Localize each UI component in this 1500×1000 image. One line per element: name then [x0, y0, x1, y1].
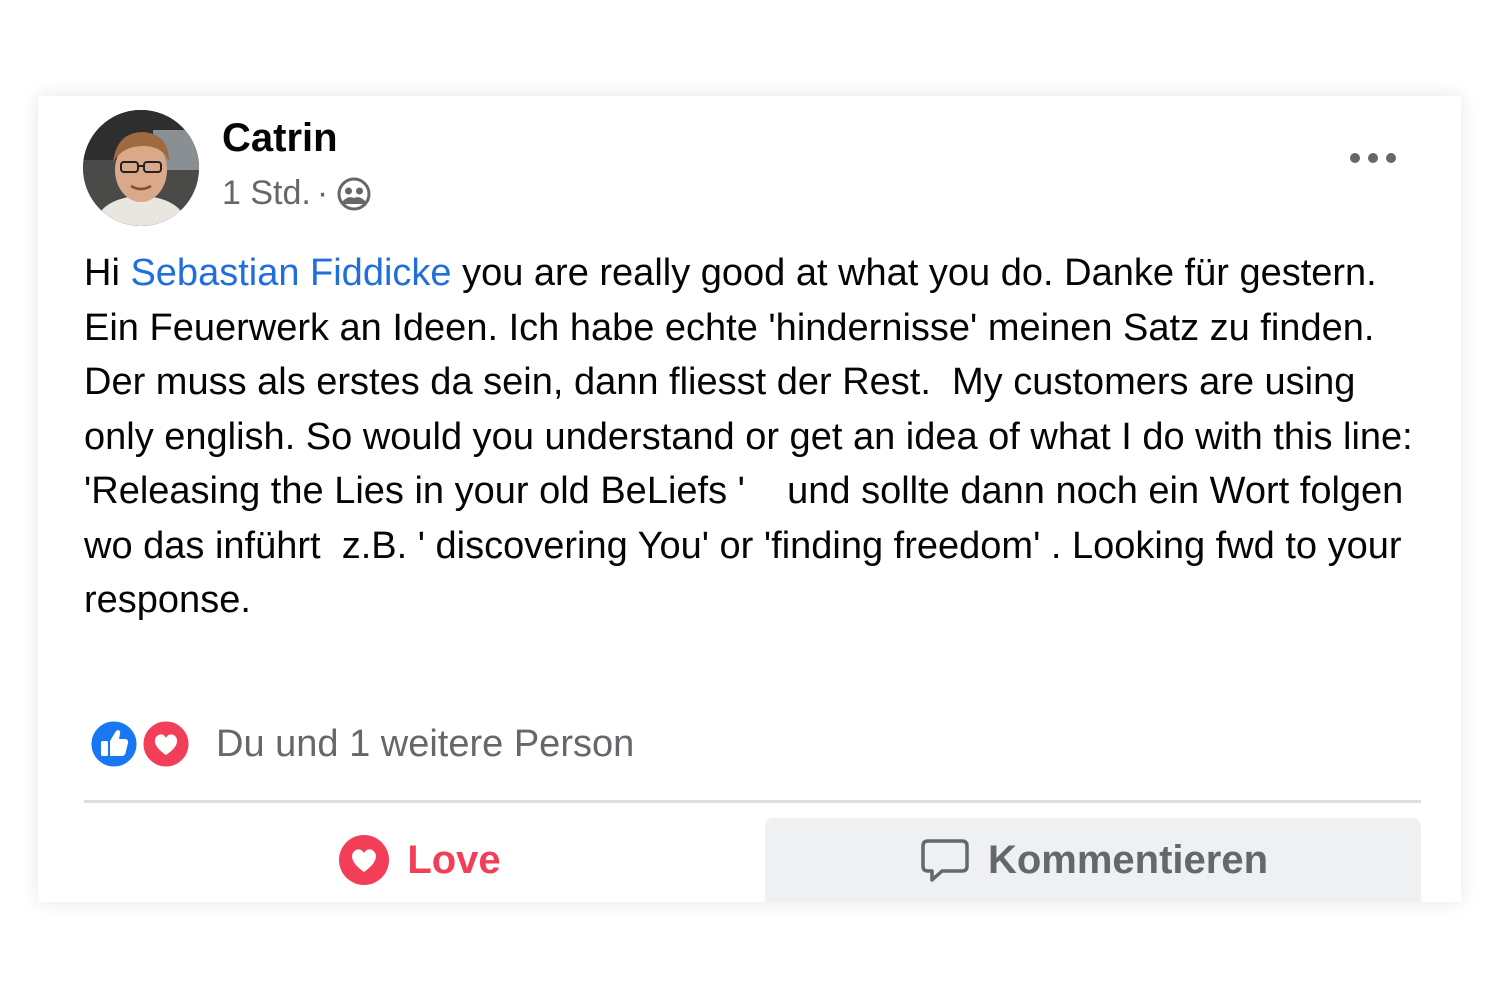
love-icon: [140, 718, 192, 770]
love-button[interactable]: Love: [84, 818, 754, 902]
love-button-label: Love: [407, 837, 501, 882]
post-text: Hi Sebastian Fiddicke you are really goo…: [84, 246, 1424, 628]
post-text-prefix: Hi: [84, 252, 131, 294]
post-text-body: you are really good at what you do. Dank…: [84, 252, 1424, 621]
divider: [84, 800, 1421, 803]
comment-button[interactable]: Kommentieren: [765, 818, 1421, 902]
reaction-summary-text: Du und 1 weitere Person: [216, 722, 635, 765]
like-icon: [88, 718, 140, 770]
reaction-icons: [88, 716, 198, 772]
post-meta: 1 Std. ·: [222, 174, 372, 213]
meta-separator: ·: [316, 174, 329, 212]
heart-icon: [339, 835, 390, 885]
comment-button-label: Kommentieren: [987, 837, 1269, 882]
friends-icon[interactable]: [336, 176, 372, 212]
avatar-photo: [83, 110, 199, 226]
comment-icon: [921, 839, 969, 882]
post-timestamp[interactable]: 1 Std.: [222, 174, 311, 213]
author-name[interactable]: Catrin: [222, 116, 338, 161]
post-card: Catrin 1 Std. · Hi Sebastian Fiddicke yo…: [38, 96, 1461, 902]
avatar[interactable]: [83, 110, 199, 226]
mention-link[interactable]: Sebastian Fiddicke: [130, 252, 451, 294]
reaction-summary[interactable]: Du und 1 weitere Person: [88, 716, 634, 772]
ellipsis-icon[interactable]: [1343, 138, 1403, 178]
